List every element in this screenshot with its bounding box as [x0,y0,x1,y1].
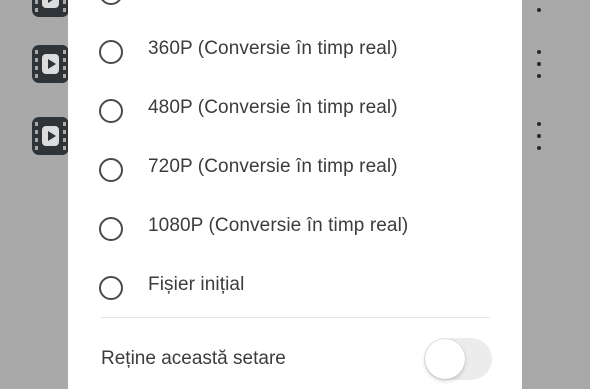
radio-button[interactable] [99,158,123,182]
quality-option-360p[interactable]: 360P (Conversie în timp real) [68,26,522,78]
quality-option-label: 360P (Conversie în timp real) [148,38,398,59]
video-file-icon [32,117,69,155]
divider [101,317,490,318]
quality-option-label: 480P (Conversie în timp real) [148,97,398,118]
quality-option-1080p[interactable]: 1080P (Conversie în timp real) [68,203,522,255]
quality-option-label: 720P (Conversie în timp real) [148,156,398,177]
radio-button[interactable] [99,217,123,241]
quality-selection-dialog: 360P (Conversie în timp real) 480P (Conv… [68,0,522,389]
radio-button[interactable] [99,40,123,64]
video-file-icon [32,45,69,83]
quality-option-label: 1080P (Conversie în timp real) [148,215,409,236]
more-options-icon[interactable] [527,0,551,12]
radio-button[interactable] [99,276,123,300]
more-options-icon[interactable] [527,122,551,150]
quality-option-partial[interactable] [68,0,522,19]
quality-option-original-file[interactable]: Fișier inițial [68,262,522,314]
radio-button[interactable] [99,0,123,5]
remember-setting-toggle[interactable] [424,338,492,380]
video-file-icon [32,0,69,17]
radio-button[interactable] [99,99,123,123]
quality-option-label: Fișier inițial [148,274,245,295]
toggle-knob[interactable] [425,339,465,379]
more-options-icon[interactable] [527,50,551,78]
quality-option-720p[interactable]: 720P (Conversie în timp real) [68,144,522,196]
quality-option-480p[interactable]: 480P (Conversie în timp real) [68,85,522,137]
remember-setting-label: Reține această setare [101,348,286,369]
